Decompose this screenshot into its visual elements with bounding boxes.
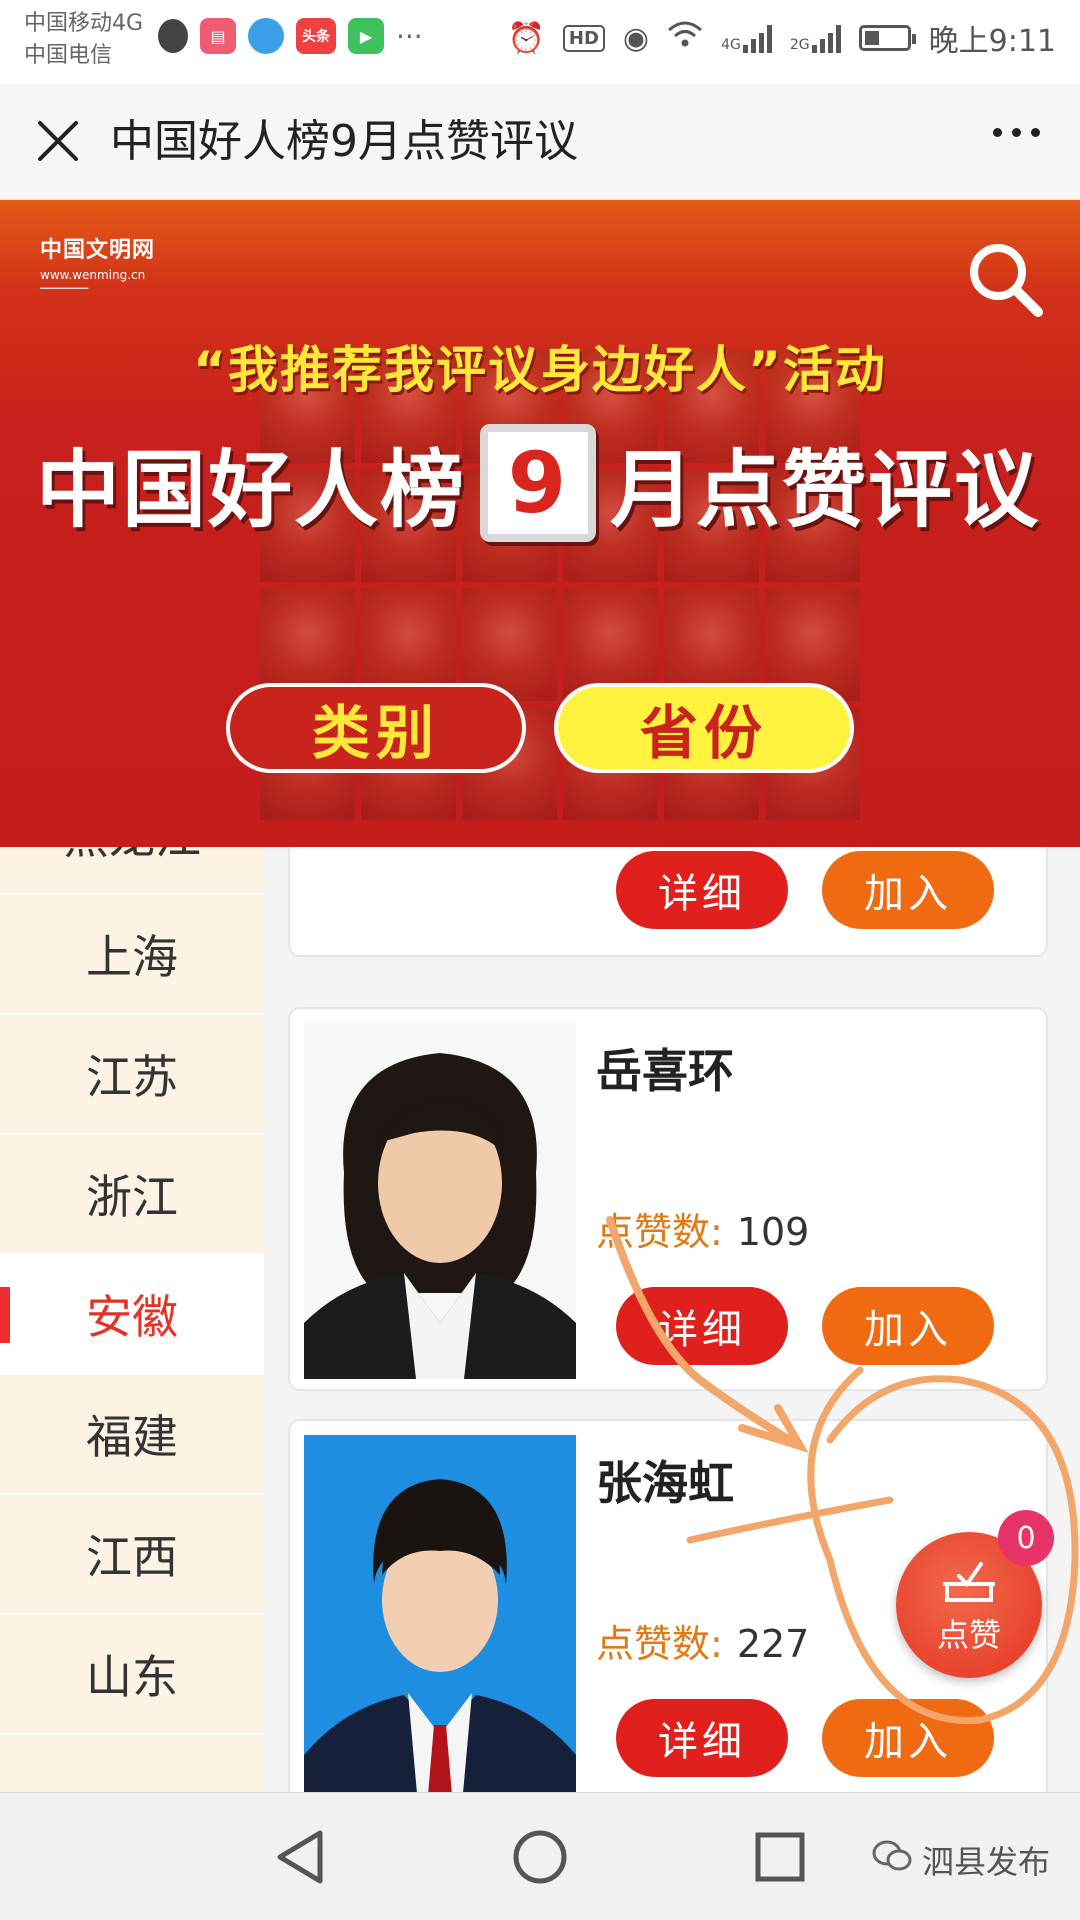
carrier-1: 中国移动4G	[24, 11, 144, 36]
sidebar-item-anhui[interactable]: 安徽	[0, 1255, 264, 1375]
alarm-icon: ⏰	[507, 20, 545, 56]
qq-icon	[158, 19, 188, 53]
wenming-logo: 中国文明网 www.wenming.cn ━━━━━━━━━━	[40, 232, 155, 293]
more-notifications: ···	[396, 19, 423, 53]
candidate-photo	[304, 1435, 576, 1792]
sidebar-item-zhejiang[interactable]: 浙江	[0, 1135, 264, 1255]
province-sidebar: 黑龙江 上海 江苏 浙江 安徽 福建 江西 山东	[0, 847, 264, 1792]
candidate-card: 详细 加入	[288, 847, 1048, 957]
page-title: 中国好人榜9月点赞评议	[110, 116, 578, 167]
month-badge: 9	[480, 424, 597, 542]
vote-value: 109	[736, 1210, 810, 1254]
toutiao-icon: 头条	[296, 18, 336, 54]
eye-icon: ◉	[622, 20, 650, 56]
back-icon[interactable]	[268, 1823, 336, 1891]
vote-count: 点赞数: 227	[596, 1613, 809, 1668]
carrier-info: 中国移动4G 中国电信	[24, 8, 143, 72]
network-2-label: 2G	[789, 37, 810, 53]
title-bar: 中国好人榜9月点赞评议	[0, 84, 1080, 200]
status-right: ⏰ HD ◉ 4G 2G 晚上9:11	[508, 16, 1056, 60]
video-icon: ▶	[348, 18, 384, 54]
android-nav-bar: 泗县发布	[0, 1792, 1080, 1920]
candidate-photo	[304, 1023, 576, 1379]
mobile-icon	[248, 18, 284, 54]
headline-left: 中国好人榜	[36, 440, 467, 539]
battery-icon	[858, 25, 916, 51]
headline-right: 月点赞评议	[610, 440, 1041, 539]
search-icon[interactable]	[964, 238, 1046, 320]
candidate-card: 岳喜环 点赞数: 109 详细 加入	[288, 1007, 1048, 1391]
like-label: 点赞	[936, 1616, 1001, 1654]
campaign-slogan: “我推荐我评议身边好人”活动	[193, 341, 887, 399]
sidebar-item-shanghai[interactable]: 上海	[0, 895, 264, 1015]
close-icon[interactable]	[34, 117, 82, 165]
ballot-icon	[943, 1562, 995, 1602]
carrier-2: 中国电信	[24, 43, 113, 68]
signal-1-icon: 4G	[721, 23, 772, 53]
detail-button[interactable]: 详细	[616, 1287, 788, 1365]
sidebar-item-fujian[interactable]: 福建	[0, 1375, 264, 1495]
candidate-name: 张海虹	[596, 1456, 734, 1510]
category-button[interactable]: 类别	[226, 683, 526, 773]
clock: 晚上9:11	[928, 24, 1056, 59]
vote-label: 点赞数:	[596, 1210, 723, 1254]
more-menu-icon[interactable]	[993, 128, 1040, 137]
province-button[interactable]: 省份	[554, 683, 854, 773]
sidebar-item-jiangsu[interactable]: 江苏	[0, 1015, 264, 1135]
watermark: 泗县发布	[872, 1837, 1050, 1883]
join-button[interactable]: 加入	[822, 851, 994, 929]
recents-icon[interactable]	[746, 1823, 814, 1891]
hd-badge: HD	[562, 24, 605, 52]
sidebar-item-heilongjiang[interactable]: 黑龙江	[0, 847, 264, 895]
wifi-icon	[667, 20, 703, 56]
logo-title: 中国文明网	[40, 238, 156, 263]
detail-button[interactable]: 详细	[616, 851, 788, 929]
sidebar-item-jiangxi[interactable]: 江西	[0, 1495, 264, 1615]
wechat-icon	[872, 1839, 912, 1881]
notification-icons: ▤ 头条 ▶ ···	[158, 18, 423, 54]
join-button[interactable]: 加入	[822, 1699, 994, 1777]
like-count-badge: 0	[998, 1510, 1054, 1566]
campaign-banner: 中国文明网 www.wenming.cn ━━━━━━━━━━ “我推荐我评议身…	[0, 200, 1080, 847]
status-bar: 中国移动4G 中国电信 ▤ 头条 ▶ ··· ⏰ HD ◉ 4G 2G 晚上9:…	[0, 0, 1080, 84]
home-icon[interactable]	[506, 1823, 574, 1891]
logo-sub: ━━━━━━━━━━	[40, 284, 89, 293]
sidebar-item-shandong[interactable]: 山东	[0, 1615, 264, 1735]
candidate-name: 岳喜环	[596, 1044, 734, 1098]
vote-value: 227	[736, 1622, 810, 1666]
campaign-headline: 中国好人榜 9 月点赞评议	[36, 424, 1040, 542]
watermark-text: 泗县发布	[921, 1843, 1050, 1881]
screen: 中国移动4G 中国电信 ▤ 头条 ▶ ··· ⏰ HD ◉ 4G 2G 晚上9:…	[0, 0, 1080, 1920]
vote-count: 点赞数: 109	[596, 1201, 809, 1256]
network-1-label: 4G	[721, 37, 741, 53]
vote-label: 点赞数:	[596, 1622, 723, 1666]
join-button[interactable]: 加入	[822, 1287, 994, 1365]
reader-icon: ▤	[200, 18, 236, 54]
logo-url: www.wenming.cn	[40, 268, 146, 282]
signal-2-icon: 2G	[790, 23, 841, 53]
detail-button[interactable]: 详细	[616, 1699, 788, 1777]
